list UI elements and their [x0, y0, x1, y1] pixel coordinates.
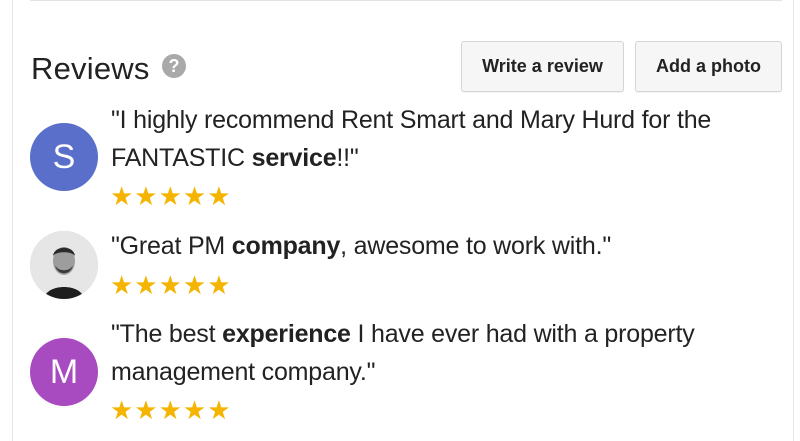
star-rating: ★★★★★: [110, 270, 232, 300]
star-rating: ★★★★★: [110, 395, 232, 425]
star-rating: ★★★★★: [110, 181, 232, 211]
review-text-part: "The best: [111, 320, 223, 348]
write-review-button[interactable]: Write a review: [461, 41, 624, 92]
review-text: "Great PM company, awesome to work with.…: [111, 227, 751, 265]
add-photo-button[interactable]: Add a photo: [635, 41, 782, 92]
review-text-part: !!": [336, 144, 359, 172]
review-text-part: "Great PM: [111, 232, 232, 260]
review-text: "I highly recommend Rent Smart and Mary …: [111, 101, 751, 177]
avatar: S: [30, 123, 98, 191]
help-icon[interactable]: ?: [162, 54, 186, 78]
review-text-part: "I highly recommend Rent Smart and Mary …: [111, 106, 712, 172]
user-photo-icon: [30, 231, 98, 299]
review-text-bold: experience: [222, 320, 351, 348]
avatar: M: [30, 338, 98, 406]
review-text-part: , awesome to work with.": [340, 232, 611, 260]
review-text-bold: company: [231, 232, 341, 260]
review-text: "The best experience I have ever had wit…: [111, 315, 751, 391]
avatar: [30, 231, 98, 299]
review-text-bold: service: [251, 144, 337, 172]
section-title: Reviews: [31, 51, 150, 86]
divider: [30, 0, 782, 1]
